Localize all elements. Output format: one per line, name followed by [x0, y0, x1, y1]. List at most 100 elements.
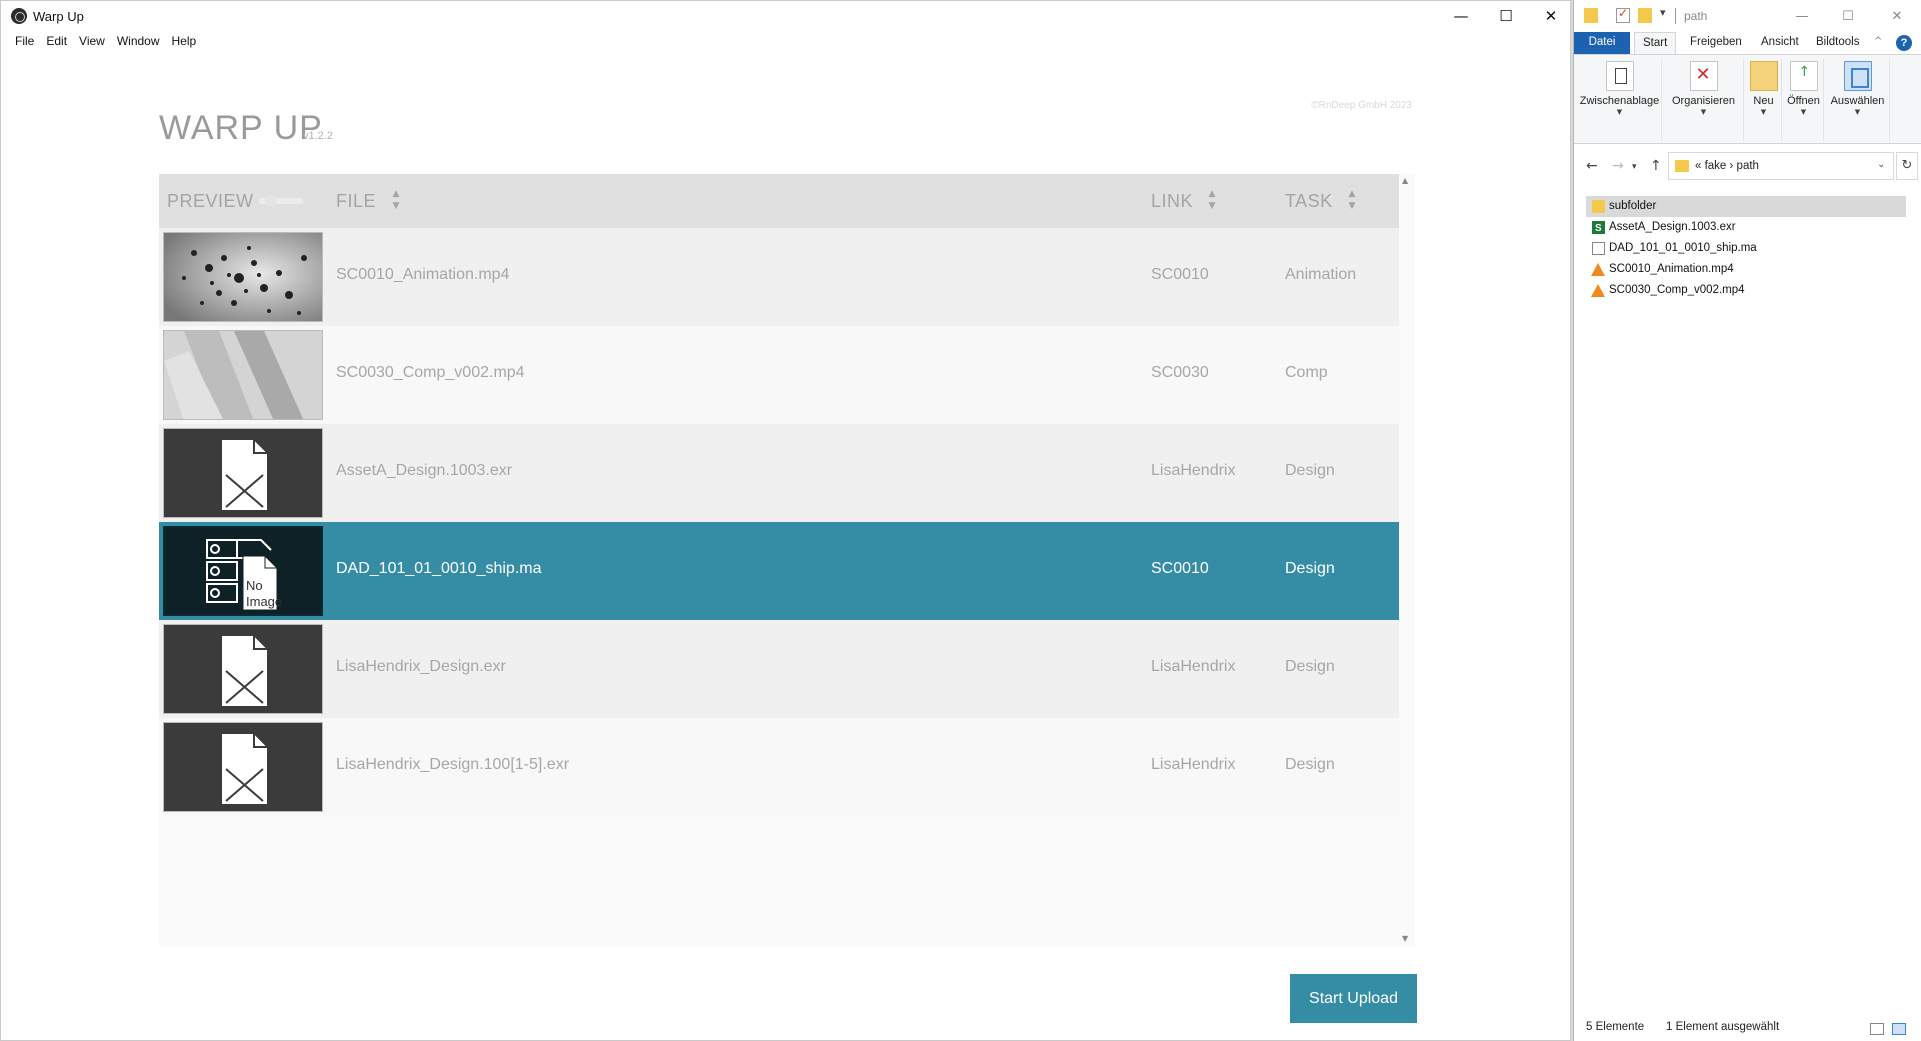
status-bar: 5 Elemente 1 Element ausgewählt	[1574, 1017, 1921, 1041]
maximize-icon[interactable]: ☐	[1828, 4, 1868, 28]
file-name: LisaHendrix_Design.100[1-5].exr	[336, 756, 570, 773]
maximize-icon[interactable]: ☐	[1483, 1, 1529, 31]
column-header-link[interactable]: LINK	[1151, 191, 1193, 212]
no-image-icon: No Image	[163, 526, 323, 616]
sort-arrows-icon[interactable]: ▲ ▼	[1207, 188, 1217, 214]
folder-icon[interactable]	[1584, 8, 1598, 23]
table-row-selected[interactable]: No Image DAD_101_01_0010_ship.ma SC0010 …	[159, 522, 1399, 620]
new-folder-icon	[1749, 61, 1778, 91]
table-row[interactable]: SC0010_Animation.mp4 SC0010 Animation	[159, 228, 1399, 326]
ribbon-label: Zwischenablage	[1579, 95, 1660, 107]
scroll-down-icon[interactable]: ▼	[1402, 934, 1408, 943]
ribbon-button-auswaehlen[interactable]: Auswählen ▼	[1826, 59, 1890, 141]
address-path: « fake › path	[1695, 160, 1759, 172]
ribbon-button-oeffnen[interactable]: Öffnen ▼	[1784, 59, 1824, 141]
list-item[interactable]: SC0030_Comp_v002.mp4	[1586, 280, 1906, 301]
preview-thumbnail	[163, 330, 323, 420]
collapse-ribbon-icon[interactable]: ^	[1874, 36, 1882, 47]
task-value[interactable]: Design	[1285, 756, 1335, 774]
list-item[interactable]: DAD_101_01_0010_ship.ma	[1586, 238, 1906, 259]
list-item-label: AssetA_Design.1003.exr	[1609, 221, 1736, 233]
close-icon[interactable]: ✕	[1877, 4, 1917, 28]
link-value[interactable]: SC0030	[1151, 364, 1209, 382]
up-arrow-icon[interactable]: ↑	[1650, 158, 1662, 174]
list-item[interactable]: subfolder	[1586, 196, 1906, 217]
tab-bildtools[interactable]: Bildtools	[1808, 32, 1867, 54]
broken-file-icon	[163, 624, 323, 714]
ribbon: Zwischenablage ▼ Organisieren ▼ Neu ▼ Öf…	[1574, 54, 1921, 144]
list-item[interactable]: SC0010_Animation.mp4	[1586, 259, 1906, 280]
broken-file-icon	[163, 428, 323, 518]
menu-view[interactable]: View	[73, 31, 111, 53]
large-icons-view-icon[interactable]	[1892, 1023, 1906, 1035]
ribbon-label: Auswählen	[1830, 95, 1885, 107]
chevron-down-icon: ▼	[1616, 108, 1623, 116]
quick-access-dropdown-icon[interactable]: ▾	[1660, 6, 1666, 19]
tab-start[interactable]: Start	[1634, 32, 1677, 54]
task-value[interactable]: Design	[1285, 560, 1335, 578]
document-icon	[1592, 242, 1605, 255]
status-item-count: 5 Elemente	[1586, 1021, 1645, 1033]
link-value[interactable]: LisaHendrix	[1151, 658, 1235, 676]
tab-ansicht[interactable]: Ansicht	[1753, 32, 1807, 54]
list-item-label: subfolder	[1609, 200, 1657, 212]
link-value[interactable]: LisaHendrix	[1151, 756, 1235, 774]
menu-edit[interactable]: Edit	[40, 31, 73, 53]
recent-locations-icon[interactable]: ▾	[1632, 162, 1637, 172]
tab-datei[interactable]: Datei	[1574, 32, 1630, 54]
ribbon-button-neu[interactable]: Neu ▼	[1746, 59, 1782, 141]
chevron-down-icon: ▼	[1800, 108, 1807, 116]
properties-icon[interactable]	[1616, 6, 1630, 23]
vlc-file-icon	[1591, 263, 1605, 276]
link-value[interactable]: LisaHendrix	[1151, 462, 1235, 480]
details-view-icon[interactable]	[1870, 1023, 1884, 1035]
refresh-icon[interactable]: ↻	[1896, 152, 1918, 180]
ribbon-tabs: Datei Start Freigeben Ansicht Bildtools …	[1574, 32, 1921, 54]
table-row[interactable]: LisaHendrix_Design.100[1-5].exr LisaHend…	[159, 718, 1399, 816]
sort-arrows-icon[interactable]: ▲ ▼	[1347, 188, 1357, 214]
help-icon[interactable]: ?	[1896, 35, 1912, 51]
menu-file[interactable]: File	[9, 31, 40, 53]
table-row[interactable]: SC0030_Comp_v002.mp4 SC0030 Comp	[159, 326, 1399, 424]
address-input[interactable]: « fake › path ⌄	[1668, 152, 1894, 180]
link-value[interactable]: SC0010	[1151, 560, 1209, 578]
minimize-icon[interactable]: —	[1438, 1, 1484, 31]
new-folder-icon[interactable]	[1638, 8, 1652, 23]
list-item[interactable]: AssetA_Design.1003.exr	[1586, 217, 1906, 239]
task-value[interactable]: Comp	[1285, 364, 1328, 382]
file-name: AssetA_Design.1003.exr	[336, 462, 513, 479]
explorer-title-bar: ▾ path — ☐ ✕	[1574, 0, 1921, 32]
scroll-up-icon[interactable]: ▲	[1402, 176, 1408, 185]
forward-arrow-icon[interactable]: →	[1612, 158, 1624, 174]
chevron-down-icon[interactable]: ⌄	[1877, 159, 1885, 170]
column-header-task[interactable]: TASK	[1285, 191, 1333, 212]
task-value[interactable]: Design	[1285, 462, 1335, 480]
ribbon-button-zwischenablage[interactable]: Zwischenablage ▼	[1578, 59, 1662, 141]
title-bar: Warp Up — ☐ ✕	[1, 1, 1570, 31]
address-bar: ← → ▾ ↑ « fake › path ⌄ ↻	[1574, 144, 1921, 188]
table-row[interactable]: AssetA_Design.1003.exr LisaHendrix Desig…	[159, 424, 1399, 522]
ribbon-button-organisieren[interactable]: Organisieren ▼	[1664, 59, 1744, 141]
task-value[interactable]: Animation	[1285, 266, 1356, 284]
start-upload-button[interactable]: Start Upload	[1290, 974, 1417, 1023]
open-icon	[1789, 61, 1818, 91]
app-brand-title: WARP UP	[159, 109, 323, 147]
menu-window[interactable]: Window	[111, 31, 166, 53]
minimize-icon[interactable]: —	[1782, 4, 1822, 28]
close-icon[interactable]: ✕	[1528, 1, 1574, 31]
broken-file-icon	[163, 722, 323, 812]
sort-arrows-icon[interactable]: ▲ ▼	[391, 188, 401, 214]
tab-freigeben[interactable]: Freigeben	[1682, 32, 1750, 54]
chevron-down-icon: ▼	[1854, 108, 1861, 116]
file-name: SC0010_Animation.mp4	[336, 266, 510, 283]
clipboard-icon	[1605, 61, 1634, 91]
menu-help[interactable]: Help	[166, 31, 203, 53]
link-value[interactable]: SC0010	[1151, 266, 1209, 284]
table-header: PREVIEW FILE ▲ ▼ LINK ▲ ▼ TASK ▲ ▼	[159, 174, 1399, 228]
column-header-file[interactable]: FILE	[336, 191, 376, 212]
table-row[interactable]: LisaHendrix_Design.exr LisaHendrix Desig…	[159, 620, 1399, 718]
preview-toggle-switch[interactable]	[259, 195, 303, 207]
back-arrow-icon[interactable]: ←	[1586, 158, 1598, 174]
task-value[interactable]: Design	[1285, 658, 1335, 676]
file-explorer-window: ▾ path — ☐ ✕ Datei Start Freigeben Ansic…	[1573, 0, 1921, 1041]
